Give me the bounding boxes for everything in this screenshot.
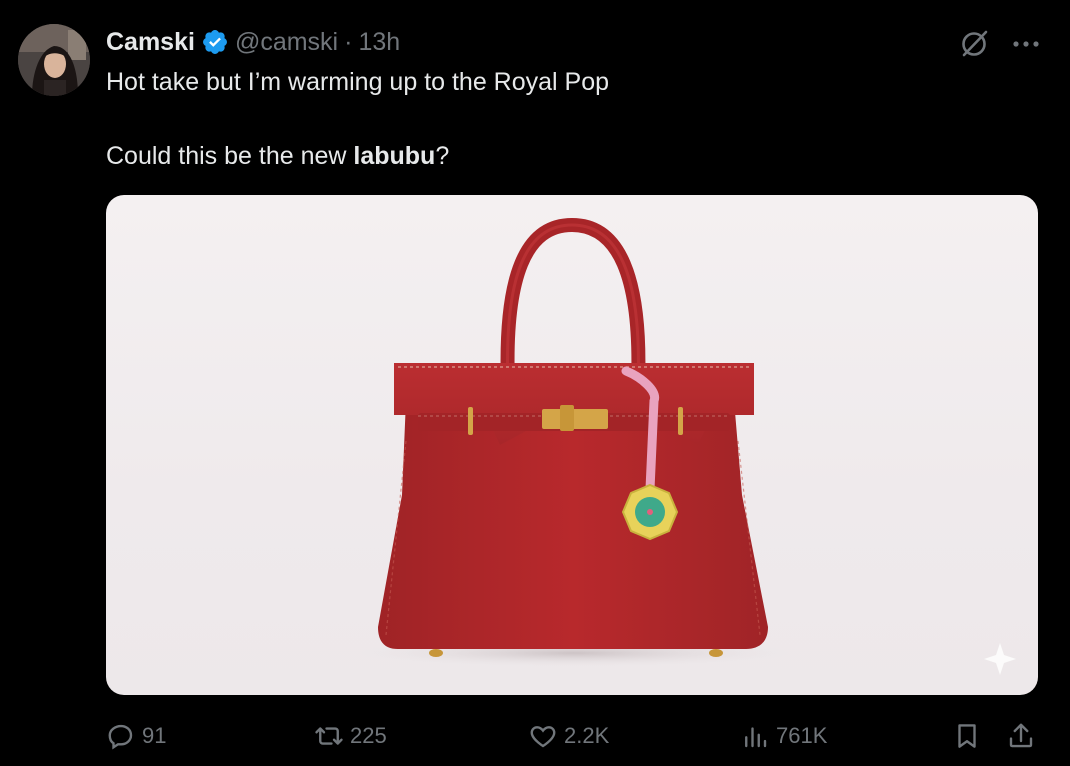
tweet-line-2-suffix: ?	[435, 142, 450, 170]
avatar[interactable]	[18, 24, 90, 96]
tweet-media-image[interactable]	[106, 195, 1038, 695]
views-icon	[745, 727, 767, 748]
tweet[interactable]: Camski @camski · 13h Hot take but I’m wa…	[0, 0, 1070, 766]
reply-count: 91	[142, 723, 167, 748]
bookmark-button[interactable]	[952, 716, 982, 756]
tweet-line-1: Hot take but I’m warming up to the Royal…	[106, 68, 610, 96]
reply-button[interactable]: 91	[106, 716, 166, 756]
reply-icon	[108, 724, 133, 750]
like-icon	[530, 726, 556, 748]
like-count: 2.2K	[564, 723, 610, 748]
repost-icon	[315, 727, 343, 745]
share-icon	[1009, 723, 1033, 748]
bookmark-icon	[958, 724, 976, 748]
tweet-actions-bar: 91 225 2.2K 761K	[106, 716, 1038, 756]
tweet-line-2-bold: labubu	[353, 142, 436, 170]
sparkle-icon	[984, 643, 1016, 675]
more-icon[interactable]	[1012, 40, 1040, 48]
separator-dot: ·	[344, 27, 353, 56]
view-count: 761K	[776, 723, 828, 748]
timestamp[interactable]: 13h	[358, 28, 400, 57]
verified-badge-icon[interactable]	[201, 28, 229, 56]
repost-count: 225	[350, 723, 387, 748]
display-name[interactable]: Camski	[106, 28, 195, 57]
repost-button[interactable]: 225	[314, 716, 387, 756]
tweet-header: Camski @camski · 13h	[106, 26, 400, 58]
share-button[interactable]	[1006, 716, 1036, 756]
grok-icon[interactable]	[958, 28, 990, 60]
tweet-line-2-prefix: Could this be the new	[106, 142, 354, 170]
bag-clasp	[542, 409, 608, 429]
handle[interactable]: @camski	[235, 28, 338, 57]
tweet-line-2: Could this be the new labubu?	[106, 138, 1026, 175]
bag-body	[378, 400, 768, 649]
views-button[interactable]: 761K	[740, 716, 827, 756]
like-button[interactable]: 2.2K	[528, 716, 609, 756]
tweet-text: Hot take but I’m warming up to the Royal…	[106, 64, 1026, 175]
tweet-top-actions	[958, 28, 1040, 60]
